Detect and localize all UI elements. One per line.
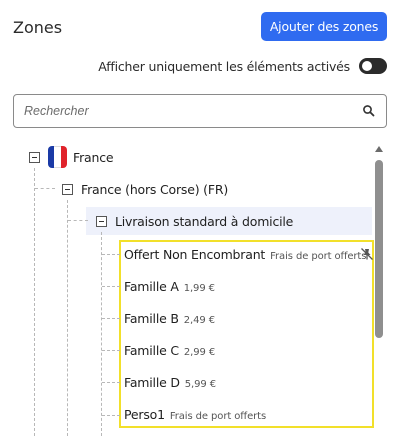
list-item[interactable]: Famille B 2,49 € xyxy=(124,311,215,326)
tree-node-method[interactable]: Livraison standard à domicile xyxy=(96,209,293,233)
item-name: Famille D xyxy=(124,375,180,390)
scrollbar-thumb[interactable] xyxy=(375,160,383,338)
list-item[interactable]: Perso1 Frais de port offerts xyxy=(124,407,266,422)
flag-stripe-red xyxy=(60,146,67,168)
vertical-scrollbar[interactable] xyxy=(374,146,384,436)
add-zones-button[interactable]: Ajouter des zones xyxy=(261,12,387,41)
tree-branch xyxy=(102,318,120,319)
item-name: Famille A xyxy=(124,279,179,294)
tree-branch xyxy=(102,254,120,255)
method-label: Livraison standard à domicile xyxy=(115,213,294,229)
search-icon[interactable] xyxy=(362,104,376,118)
list-item[interactable]: Famille D 5,99 € xyxy=(124,375,216,390)
scroll-up-icon[interactable] xyxy=(375,146,383,152)
region-label: France (hors Corse) (FR) xyxy=(81,181,229,197)
france-flag-icon xyxy=(48,146,67,168)
item-name: Perso1 xyxy=(124,407,165,422)
tree-guide xyxy=(67,200,68,436)
active-filter-label: Afficher uniquement les éléments activés xyxy=(98,58,350,74)
item-detail: Frais de port offerts xyxy=(169,411,267,422)
search-input[interactable] xyxy=(24,104,362,118)
tree-guide xyxy=(34,168,35,436)
item-name: Offert Non Encombrant xyxy=(124,247,266,262)
collapse-icon[interactable] xyxy=(96,215,107,227)
item-detail: Frais de port offerts xyxy=(270,251,367,262)
tree-branch xyxy=(102,286,120,287)
pin-off-icon[interactable] xyxy=(360,247,374,261)
item-name: Famille B xyxy=(124,311,179,326)
search-field[interactable] xyxy=(13,94,387,128)
list-item[interactable]: Famille A 1,99 € xyxy=(124,279,215,294)
active-filter-row: Afficher uniquement les éléments activés xyxy=(98,58,387,74)
tree-branch xyxy=(102,382,120,383)
tree-guide xyxy=(101,232,102,436)
item-detail: 2,99 € xyxy=(183,347,216,358)
tree-branch xyxy=(68,220,88,221)
item-name: Famille C xyxy=(124,343,179,358)
collapse-icon[interactable] xyxy=(62,183,73,195)
tree-node-region[interactable]: France (hors Corse) (FR) xyxy=(62,177,228,201)
item-detail: 2,49 € xyxy=(183,315,215,326)
page-title: Zones xyxy=(13,18,63,37)
tree-branch xyxy=(102,350,120,351)
active-filter-toggle[interactable] xyxy=(359,58,387,74)
tree-node-country[interactable]: France xyxy=(29,145,114,169)
country-label: France xyxy=(73,149,114,165)
list-item[interactable]: Famille C 2,99 € xyxy=(124,343,215,358)
item-detail: 5,99 € xyxy=(184,379,217,390)
tree-branch xyxy=(35,188,55,189)
collapse-icon[interactable] xyxy=(29,151,40,163)
item-detail: 1,99 € xyxy=(183,283,215,294)
tree-branch xyxy=(102,415,120,416)
list-item[interactable]: Offert Non Encombrant Frais de port offe… xyxy=(124,247,366,262)
